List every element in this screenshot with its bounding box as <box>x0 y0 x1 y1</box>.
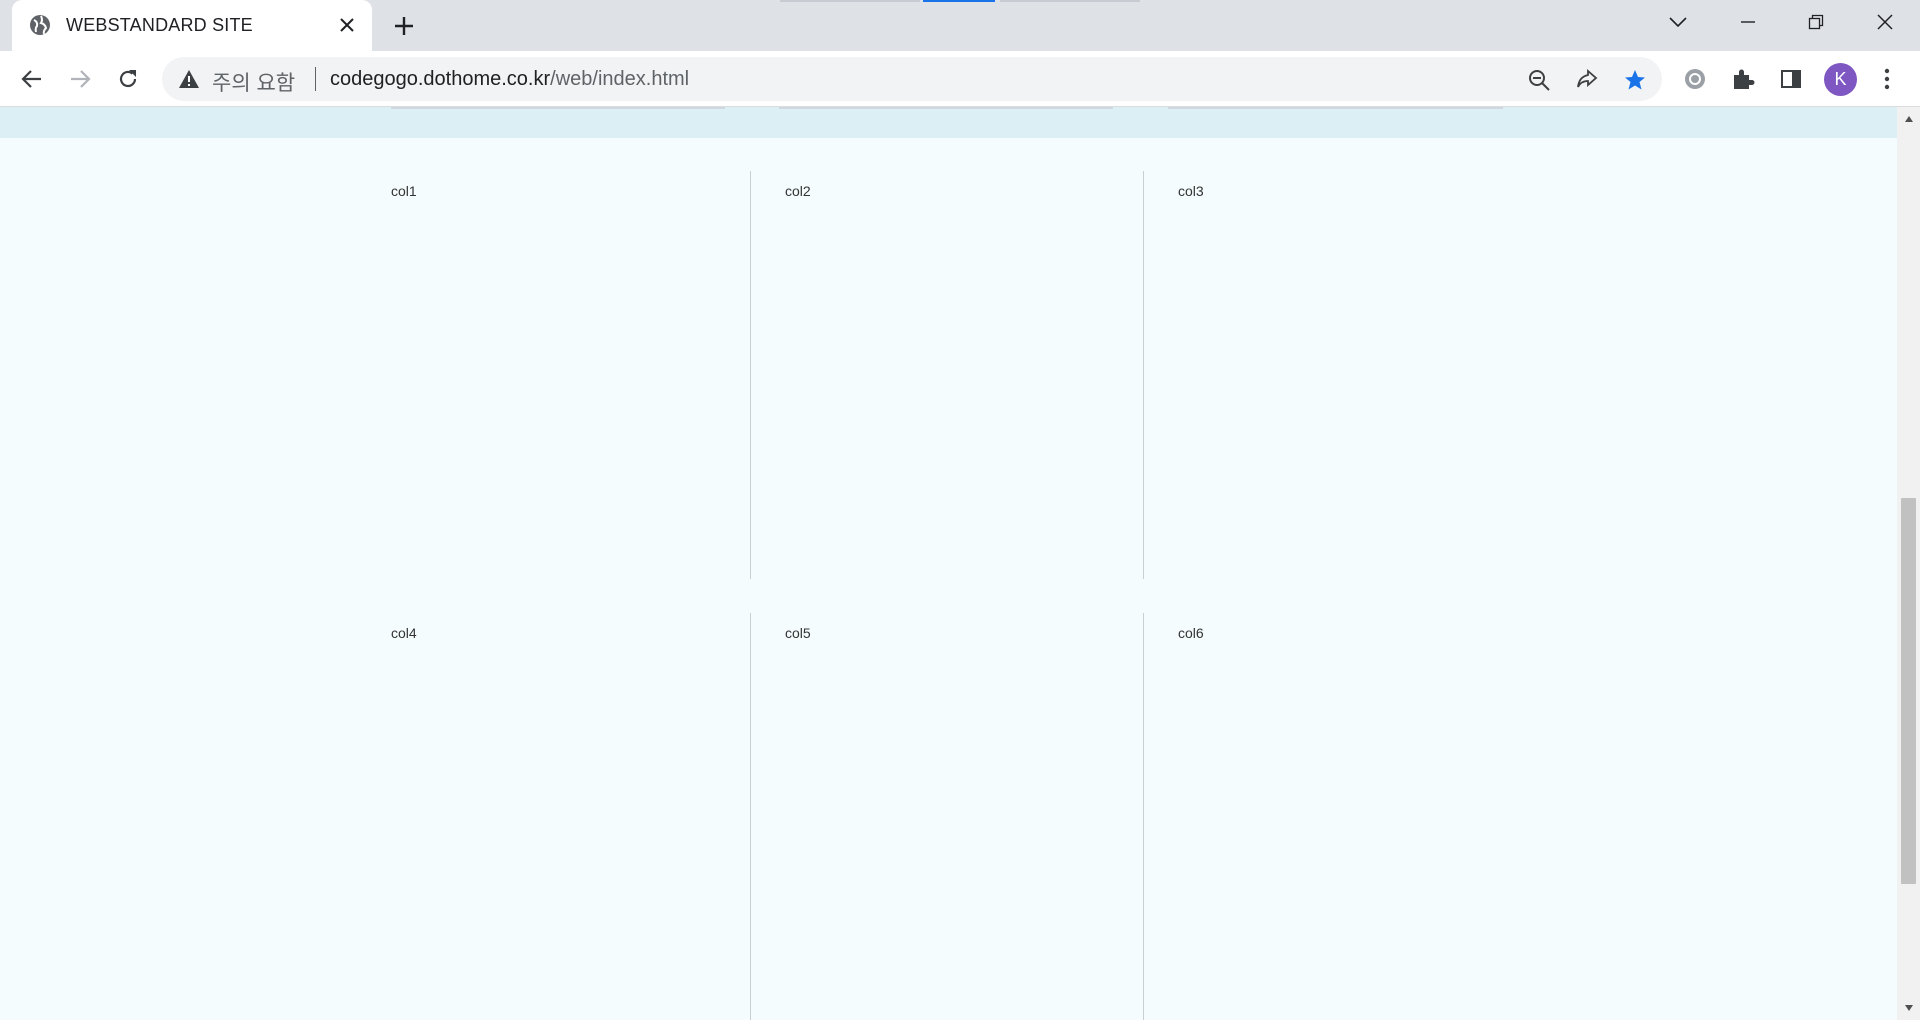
close-icon[interactable] <box>1867 8 1903 36</box>
warning-icon[interactable] <box>178 69 200 89</box>
profile-avatar[interactable]: K <box>1824 63 1857 96</box>
tab-separator <box>780 0 920 2</box>
header-band <box>0 107 1897 138</box>
browser-tab[interactable]: WEBSTANDARD SITE <box>12 0 372 51</box>
star-icon[interactable] <box>1622 67 1648 93</box>
column-label: col3 <box>1178 183 1204 199</box>
scroll-down-icon[interactable] <box>1897 998 1920 1018</box>
band-edge <box>779 107 1113 109</box>
kebab-menu-icon[interactable] <box>1872 64 1902 94</box>
side-panel-icon[interactable] <box>1776 64 1806 94</box>
column-label: col2 <box>785 183 811 199</box>
tab-separator <box>1000 0 1140 2</box>
column-label: col1 <box>391 183 417 199</box>
scroll-up-icon[interactable] <box>1897 109 1920 129</box>
reload-icon[interactable] <box>112 63 144 95</box>
vertical-scrollbar[interactable] <box>1897 107 1920 1020</box>
column-5: col5 <box>785 613 1150 1020</box>
band-edge <box>391 107 725 109</box>
chevron-down-icon[interactable] <box>1660 8 1696 36</box>
security-status[interactable]: 주의 요함 <box>212 67 295 97</box>
column-1: col1 <box>391 171 756 579</box>
scroll-thumb[interactable] <box>1901 498 1916 884</box>
loading-indicator <box>923 0 995 2</box>
column-divider <box>750 171 751 579</box>
url-text[interactable]: codegogo.dothome.co.kr/web/index.html <box>330 68 689 91</box>
column-divider <box>1143 613 1144 1020</box>
share-icon[interactable] <box>1574 67 1600 93</box>
omnibox-divider <box>315 67 316 91</box>
restore-icon[interactable] <box>1798 8 1834 36</box>
minimize-icon[interactable] <box>1730 8 1766 36</box>
tab-strip: WEBSTANDARD SITE <box>0 0 1920 51</box>
plus-icon[interactable] <box>389 11 419 41</box>
puzzle-icon[interactable] <box>1728 64 1758 94</box>
page-viewport: col1 col2 col3 col4 col5 col6 <box>0 107 1897 1020</box>
band-edge <box>1168 107 1503 109</box>
url-domain: codegogo.dothome.co.kr <box>330 68 551 90</box>
arrow-left-icon[interactable] <box>16 63 48 95</box>
url-path: /web/index.html <box>550 68 690 90</box>
column-6: col6 <box>1178 613 1543 1020</box>
column-3: col3 <box>1178 171 1543 579</box>
column-4: col4 <box>391 613 756 1020</box>
address-bar[interactable]: 주의 요함 codegogo.dothome.co.kr/web/index.h… <box>162 57 1662 101</box>
zoom-out-icon[interactable] <box>1526 67 1552 93</box>
column-2: col2 <box>785 171 1150 579</box>
tab-title: WEBSTANDARD SITE <box>66 15 253 35</box>
column-divider <box>1143 171 1144 579</box>
gear-icon[interactable] <box>1680 64 1710 94</box>
column-divider <box>750 613 751 1020</box>
browser-toolbar: 주의 요함 codegogo.dothome.co.kr/web/index.h… <box>0 51 1920 107</box>
column-label: col5 <box>785 625 811 641</box>
column-label: col4 <box>391 625 417 641</box>
arrow-right-icon[interactable] <box>64 63 96 95</box>
globe-icon <box>29 14 51 36</box>
column-label: col6 <box>1178 625 1204 641</box>
close-icon[interactable] <box>334 12 360 38</box>
